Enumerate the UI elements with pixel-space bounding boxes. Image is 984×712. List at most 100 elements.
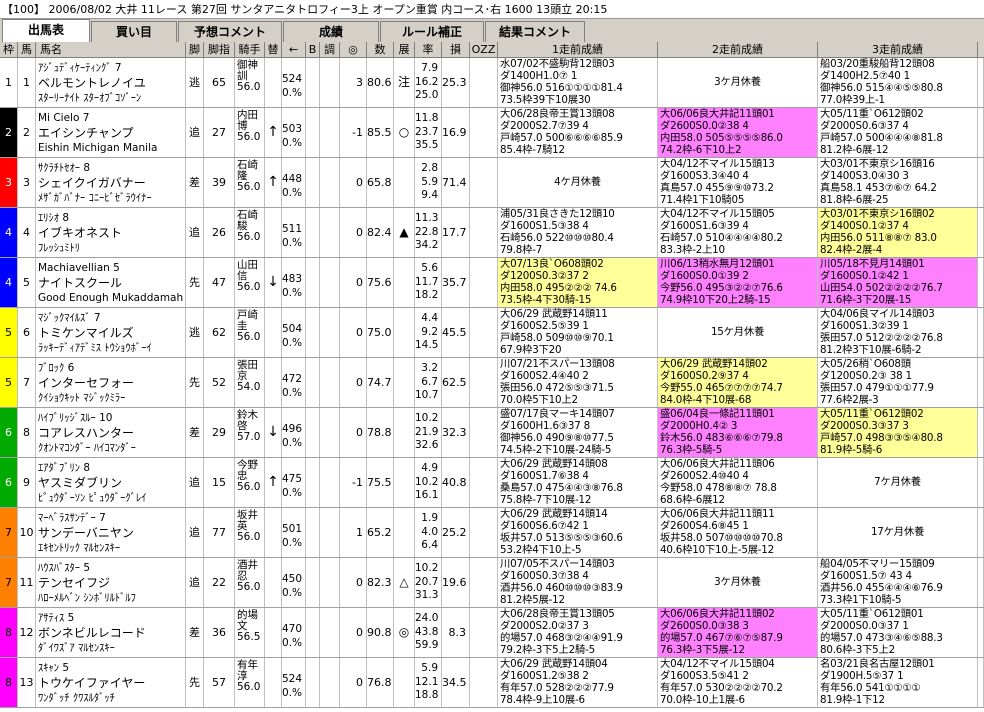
horse-name-cell[interactable]: ｱｼﾞｭﾃﾞｨｹｰﾃｨﾝｸﾞ 7 ベルモントレノイユ ｽﾀｰﾘｰﾅｲﾄ ｽﾀｰｵﾌﾞ… xyxy=(36,58,186,107)
column-header-15[interactable]: OZZ xyxy=(470,42,498,58)
column-header-1[interactable]: 馬 xyxy=(18,42,36,58)
horse-name-cell[interactable]: ﾌﾞﾛｯｸ 6 インターセフォー ｸｲｼｮｳｷｯﾄ ﾏｼﾞｯｸﾐﾗｰ xyxy=(36,358,186,407)
column-header-13[interactable]: 率 xyxy=(415,42,442,58)
column-header-6[interactable]: 替 xyxy=(265,42,282,58)
race-result-2[interactable]: 15ケ月休養 xyxy=(658,308,818,357)
race-result-1[interactable]: 大07/13良`O608頭02 ダ1200S0.3②37 2 内田58.0 495②… xyxy=(498,258,658,307)
race-result-1[interactable]: 大06/28良帝王賞13頭05 ダ2000S2.0②37 3 的場57.0 468③… xyxy=(498,608,658,657)
race-result-1[interactable]: 大06/28良帝王賞13頭08 ダ2000S2.7⑦39 4 戸崎57.0 500⑥… xyxy=(498,108,658,157)
horse-row[interactable]: 7 11 ﾊｳｽﾊﾞｽﾀｰ 5 テンセイフジ ﾊﾛｰﾒﾙﾍﾞﾝ ｼﾝﾎﾞﾘﾙﾄﾞﾙﾌ追 2… xyxy=(0,558,984,608)
race-result-2[interactable]: 大04/12不マイル15頭05 ダ1600S1.6③39 4 石崎57.0 510④… xyxy=(658,208,818,257)
tab-3[interactable]: 成績 xyxy=(283,21,379,42)
name-line: ﾋﾟｭｳﾀﾞｰｿﾝ ﾋﾟｭｳﾀﾞｰｸﾞﾚｲ xyxy=(38,492,147,504)
race-result-2[interactable]: 3ケ月休養 xyxy=(658,558,818,607)
tab-5[interactable]: 結果コメント xyxy=(485,21,585,42)
race-result-3[interactable]: 大03/01不東京シ16頭02 ダ1400S0.1②37 4 内田56.0 511⑧… xyxy=(818,208,978,257)
column-header-3[interactable]: 脚 xyxy=(186,42,204,58)
horse-row[interactable]: 1 1 ｱｼﾞｭﾃﾞｨｹｰﾃｨﾝｸﾞ 7 ベルモントレノイユ ｽﾀｰﾘｰﾅｲﾄ ｽﾀｰｵ… xyxy=(0,58,984,108)
horse-row[interactable]: 4 5 Machiavellian 5 ナイトスクール Good Enough Muka… xyxy=(0,258,984,308)
tab-4[interactable]: ルール補正 xyxy=(380,21,484,42)
race-result-2[interactable]: 大06/06良大井記11頭11 ダ2600S4.6⑧45 1 坂井58.0 507⑩… xyxy=(658,508,818,557)
race-result-1[interactable]: 川07/21不スパー13頭08 ダ1600S2.4④40 2 張田56.0 472⑤… xyxy=(498,358,658,407)
race-result-1[interactable]: 大06/29 武蔵野14頭04 ダ1600S1.2⑤38 2 有年57.0 528②… xyxy=(498,658,658,707)
race-result-3[interactable]: 大05/11重`O612頭02 ダ2000S0.6③37 4 戸崎57.0 500④… xyxy=(818,108,978,157)
column-header-10[interactable]: ◎ xyxy=(340,42,367,58)
race-result-1[interactable]: 浦05/31良さきた12頭10 ダ1600S1.5③38 4 石崎56.0 522⑩… xyxy=(498,208,658,257)
race-result-3[interactable]: 大05/11重`O612頭01 ダ2000S0.0③37 1 的場57.0 473③… xyxy=(818,608,978,657)
horse-name-cell[interactable]: Machiavellian 5 ナイトスクール Good Enough Mukadd… xyxy=(36,258,186,307)
horse-row[interactable]: 5 7 ﾌﾞﾛｯｸ 6 インターセフォー ｸｲｼｮｳｷｯﾄ ﾏｼﾞｯｸﾐﾗｰ 先 52 張田京… xyxy=(0,358,984,408)
horse-row[interactable]: 7 10 ﾏｰﾍﾞﾗｽｻﾝﾃﾞｰ 7 サンデーバニヤン ｴｷｾﾝﾄﾘｯｸ ﾏﾙｾﾝｽｷｰ… xyxy=(0,508,984,558)
column-header-2[interactable]: 馬名 xyxy=(36,42,186,58)
tab-2[interactable]: 予想コメント xyxy=(178,21,282,42)
race-result-2[interactable]: 盛06/04良一條記11頭01 ダ2000H0.4② 3 鈴木56.0 483⑥⑥⑥… xyxy=(658,408,818,457)
race-result-1[interactable]: 大06/29 武蔵野14頭11 ダ1600S2.5⑤39 1 戸崎58.0 509⑩… xyxy=(498,308,658,357)
column-header-7[interactable]: ← xyxy=(282,42,306,58)
race-result-3[interactable]: 船03/20重駿船背12頭08 ダ1400H2.5⑦40 1 御神56.0 515④… xyxy=(818,58,978,107)
column-header-14[interactable]: 損 xyxy=(442,42,470,58)
column-header-0[interactable]: 枠 xyxy=(0,42,18,58)
race-result-2[interactable]: 大06/06良大井記11頭06 ダ2600S2.4⑩40 4 今野58.0 478⑧… xyxy=(658,458,818,507)
horse-row[interactable]: 3 3 ｻｸﾗﾁﾄｾｵｰ 8 シェイクイガバナー ﾒｻﾞｶﾞﾊﾞﾅｰ ｺﾆｰﾋﾞｾﾞﾗｳ… xyxy=(0,158,984,208)
race-result-2[interactable]: 大06/06良大井記11頭02 ダ2600S0.0③38 3 的場57.0 467⑦… xyxy=(658,608,818,657)
race-result-2[interactable]: 大06/06良大井記11頭01 ダ2600S0.0②38 4 内田58.0 505⑤… xyxy=(658,108,818,157)
horse-row[interactable]: 44ｴﾘｼｵ 8イブキオネストﾌﾚｯｼｭﾐﾄﾘﾌﾚｲｳﾞﾄｽﾄｰﾏﾝ追26石崎駿… xyxy=(0,208,984,258)
column-header-5[interactable]: 騎手 xyxy=(235,42,265,58)
horse-name-cell[interactable]: ｽｷｬﾝ 5 トウケイファイヤー ﾜﾝﾀﾞｯﾁ ｸﾜｽﾙﾀﾞｯﾁ xyxy=(36,658,186,707)
race-result-3[interactable]: 川05/18不見月14頭01 ダ1600S0.1②42 1 山田54.0 502②②… xyxy=(818,258,978,307)
horse-name-cell[interactable]: ｴﾘｼｵ 8 イブキオネスト ﾌﾚｯｼｭﾐﾄﾘ ﾌﾚｲｳﾞﾄｽﾄｰﾏﾝ xyxy=(36,208,186,257)
horse-name-cell[interactable]: Mi Cielo 7 エイシンチャンプ Eishin Michigan Manila xyxy=(36,108,186,157)
race-result-3[interactable]: 7ケ月休養 xyxy=(818,458,978,507)
horse-row[interactable]: 5 6 ﾏｼﾞｯｸﾏｲﾙｽﾞ 7 トミケンマイルズ ﾗｯｷｰﾃﾞｨｱﾃﾞﾐｽ ﾄｳｼｮｳ… xyxy=(0,308,984,358)
race-result-1[interactable]: 盛07/17良マーキ14頭07 ダ1600H1.6③37 8 御神56.0 490⑨… xyxy=(498,408,658,457)
race-result-3[interactable]: 大04/06良マイル14頭03 ダ1600S1.3②39 1 張田57.0 512②… xyxy=(818,308,978,357)
race-result-3[interactable]: 大03/01不東京シ16頭16 ダ1400S3.0④30 3 真島58.1 453⑦… xyxy=(818,158,978,207)
horse-name-cell[interactable]: ﾏｼﾞｯｸﾏｲﾙｽﾞ 7 トミケンマイルズ ﾗｯｷｰﾃﾞｨｱﾃﾞﾐｽ ﾄｳｼｮｳﾎﾞ… xyxy=(36,308,186,357)
name-line: ﾌﾚｲｳﾞﾄｽﾄｰﾏﾝ xyxy=(38,256,185,257)
race-result-1[interactable]: 大06/29 武蔵野14頭14 ダ1600S6.6⑦42 1 坂井57.0 513⑤… xyxy=(498,508,658,557)
horse-name-cell[interactable]: ｻｸﾗﾁﾄｾｵｰ 8 シェイクイガバナー ﾒｻﾞｶﾞﾊﾞﾅｰ ｺﾆｰﾋﾞｾﾞﾗｳｲﾅ… xyxy=(36,158,186,207)
tab-1[interactable]: 買い目 xyxy=(91,21,177,42)
name-line: ｴｱﾀﾞﾌﾞﾘﾝ 8 xyxy=(38,462,91,474)
race-result-1[interactable]: 4ケ月休養 xyxy=(498,158,658,207)
race-result-3[interactable]: 船04/05不マリー15頭09 ダ1600S1.5⑦ 43 4 酒井56.0 455… xyxy=(818,558,978,607)
race-result-2[interactable]: 3ケ月休養 xyxy=(658,58,818,107)
column-header-16[interactable]: 1走前成績 xyxy=(498,42,658,58)
race-line: ダ1600S1.5③38 4 xyxy=(500,220,589,232)
horse-name-cell[interactable]: ｴｱﾀﾞﾌﾞﾘﾝ 8 ヤスミダブリン ﾋﾟｭｳﾀﾞｰｿﾝ ﾋﾟｭｳﾀﾞｰｸﾞﾚｲ xyxy=(36,458,186,507)
column-header-17[interactable]: 2走前成績 xyxy=(658,42,818,58)
tab-0[interactable]: 出馬表 xyxy=(2,19,90,42)
race-result-1[interactable]: 水07/02不盛駒背12頭03 ダ1400H1.0⑦ 1 御神56.0 516①①①… xyxy=(498,58,658,107)
rate-line: 5.6 xyxy=(421,262,438,274)
race-result-2[interactable]: 大06/29 武蔵野14頭02 ダ1600S0.2⑨37 4 今野55.0 465⑦… xyxy=(658,358,818,407)
rate-line: 10.2 xyxy=(415,562,439,574)
race-line: ダ1900H.5⑤37 1 xyxy=(820,670,904,682)
race-line: ダ2600S0.0③38 3 xyxy=(660,620,749,632)
race-result-1[interactable]: 川07/05不スパー14頭03 ダ1600S0.3⑦38 4 酒井56.0 460⑩… xyxy=(498,558,658,607)
race-result-3[interactable]: 名03/21良名古屋12頭01 ダ1900H.5⑤37 1 有年56.0 541①①… xyxy=(818,658,978,707)
column-header-4[interactable]: 脚指 xyxy=(204,42,235,58)
race-line: ダ1600S0.0①39 2 xyxy=(660,270,749,282)
horse-row[interactable]: 6 9 ｴｱﾀﾞﾌﾞﾘﾝ 8 ヤスミダブリン ﾋﾟｭｳﾀﾞｰｿﾝ ﾋﾟｭｳﾀﾞｰｸﾞﾚｲ… xyxy=(0,458,984,508)
horse-name-cell[interactable]: ﾊｳｽﾊﾞｽﾀｰ 5 テンセイフジ ﾊﾛｰﾒﾙﾍﾞﾝ ｼﾝﾎﾞﾘﾙﾄﾞﾙﾌ xyxy=(36,558,186,607)
race-result-2[interactable]: 大04/12不マイル15頭04 ダ1600S3.5⑤41 2 有年57.0 530②… xyxy=(658,658,818,707)
column-header-9[interactable]: 調 xyxy=(320,42,340,58)
horse-row[interactable]: 6 8 ﾊｲﾌﾞﾘｯｼﾞｽﾙｰ 10 コアレスハンター ｸｵﾝﾄﾏｺﾝﾀﾞｰ ﾊｲｺﾏﾝ… xyxy=(0,408,984,458)
horse-name-cell[interactable]: ﾏｰﾍﾞﾗｽｻﾝﾃﾞｰ 7 サンデーバニヤン ｴｷｾﾝﾄﾘｯｸ ﾏﾙｾﾝｽｷｰ xyxy=(36,508,186,557)
race-result-3[interactable]: 17ケ月休養 xyxy=(818,508,978,557)
running-style: 逃 xyxy=(186,308,204,357)
horse-name-cell[interactable]: ﾊｲﾌﾞﾘｯｼﾞｽﾙｰ 10 コアレスハンター ｸｵﾝﾄﾏｺﾝﾀﾞｰ ﾊｲｺﾏﾝﾀﾞ… xyxy=(36,408,186,457)
race-result-2[interactable]: 大04/12不マイル15頭13 ダ1600S3.3④40 4 真島57.0 455⑨… xyxy=(658,158,818,207)
race-result-3[interactable]: 大05/11重`O612頭02 ダ2000S0.3③37 3 戸崎57.0 498③… xyxy=(818,408,978,457)
race-result-2[interactable]: 川06/13稍水無月12頭01 ダ1600S0.0①39 2 今野56.0 495③… xyxy=(658,258,818,307)
horse-row[interactable]: 8 13 ｽｷｬﾝ 5 トウケイファイヤー ﾜﾝﾀﾞｯﾁ ｸﾜｽﾙﾀﾞｯﾁ先 57 有年淳 5… xyxy=(0,658,984,708)
race-result-3[interactable]: 大05/26稍`O608頭 ダ1200S0.2③ 38 1 張田57.0 479①①… xyxy=(818,358,978,407)
column-header-11[interactable]: 数 xyxy=(367,42,394,58)
horse-row[interactable]: 2 2 Mi Cielo 7 エイシンチャンプ Eishin Michigan Mani… xyxy=(0,108,984,158)
column-header-12[interactable]: 展 xyxy=(394,42,415,58)
column-header-8[interactable]: B xyxy=(306,42,320,58)
horse-name-cell[interactable]: ｱｻﾃｨｽ 5 ボンネビルレコード ﾀﾞｲﾜｽﾞｱ ﾏﾙｾﾝｽｷｰ xyxy=(36,608,186,657)
race-result-1[interactable]: 大06/29 武蔵野14頭08 ダ1600S1.7⑥38 4 桑島57.0 475④… xyxy=(498,458,658,507)
horse-row[interactable]: 8 12 ｱｻﾃｨｽ 5 ボンネビルレコード ﾀﾞｲﾜｽﾞｱ ﾏﾙｾﾝｽｷｰ 差 36 的場文… xyxy=(0,608,984,658)
column-header-18[interactable]: 3走前成績 xyxy=(818,42,978,58)
